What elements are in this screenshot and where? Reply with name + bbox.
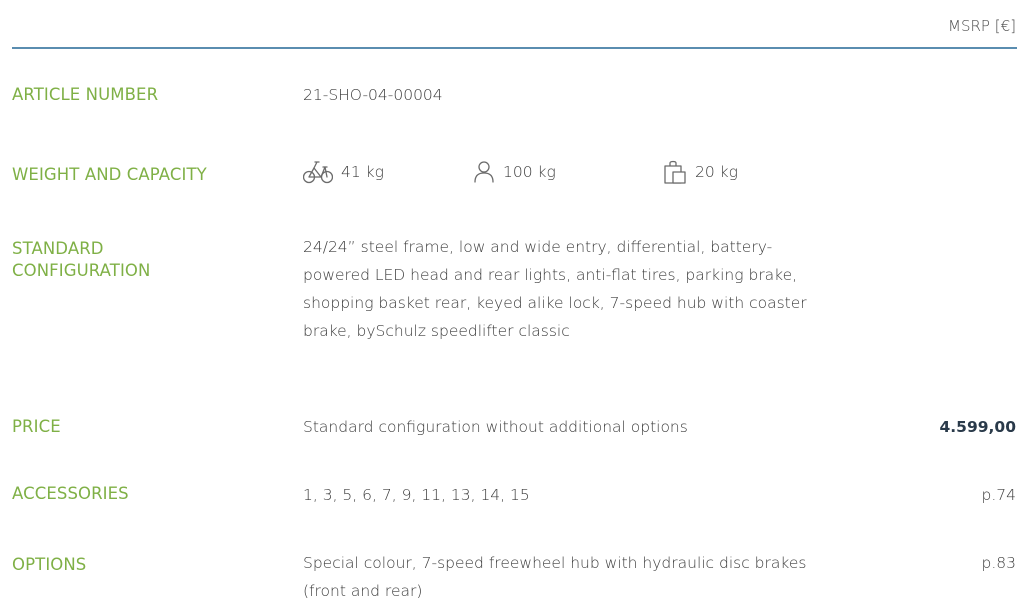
product-spec-sheet: MSRP [€] ARTICLE NUMBER 21-SHO-04-00004 … — [0, 0, 1029, 608]
price-description: Standard configuration without additiona… — [303, 418, 688, 436]
article-number-value: 21-SHO-04-00004 — [303, 86, 443, 104]
person-icon — [473, 160, 495, 184]
article-number-label: ARTICLE NUMBER — [12, 85, 159, 104]
standard-label-line2: CONFIGURATION — [12, 261, 151, 280]
bike-weight-value: 41 kg — [341, 163, 384, 181]
rider-capacity-value: 100 kg — [503, 163, 556, 181]
bicycle-icon — [303, 159, 333, 185]
standard-configuration-label: STANDARD CONFIGURATION — [12, 238, 150, 282]
options-page-ref: p.83 — [981, 554, 1017, 572]
options-label: OPTIONS — [12, 555, 87, 574]
standard-line: shopping basket rear, keyed alike lock, … — [303, 294, 807, 312]
bike-weight: 41 kg — [303, 152, 384, 192]
accessories-page-ref: p.74 — [981, 486, 1017, 504]
options-text: Special colour, 7-speed freewheel hub wi… — [303, 549, 806, 605]
standard-line: 24/24” steel frame, low and wide entry, … — [303, 238, 773, 256]
shopping-bag-icon — [663, 159, 687, 185]
basket-capacity: 20 kg — [663, 152, 738, 192]
accessories-value: 1, 3, 5, 6, 7, 9, 11, 13, 14, 15 — [303, 486, 530, 504]
options-line: Special colour, 7-speed freewheel hub wi… — [303, 554, 807, 572]
standard-line: brake, bySchulz speedlifter classic — [303, 322, 570, 340]
rider-capacity: 100 kg — [473, 152, 556, 192]
price-label: PRICE — [12, 417, 61, 436]
standard-line: powered LED head and rear lights, anti-f… — [303, 266, 798, 284]
weight-capacity-label: WEIGHT AND CAPACITY — [12, 165, 207, 184]
standard-configuration-text: 24/24” steel frame, low and wide entry, … — [303, 233, 807, 345]
accessories-label: ACCESSORIES — [12, 484, 129, 503]
price-amount: 4.599,00 — [939, 418, 1017, 436]
options-line: (front and rear) — [303, 582, 423, 600]
price-unit-header: MSRP [€] — [948, 17, 1016, 35]
standard-label-line1: STANDARD — [12, 239, 104, 258]
header-divider — [12, 47, 1017, 49]
basket-capacity-value: 20 kg — [695, 163, 738, 181]
